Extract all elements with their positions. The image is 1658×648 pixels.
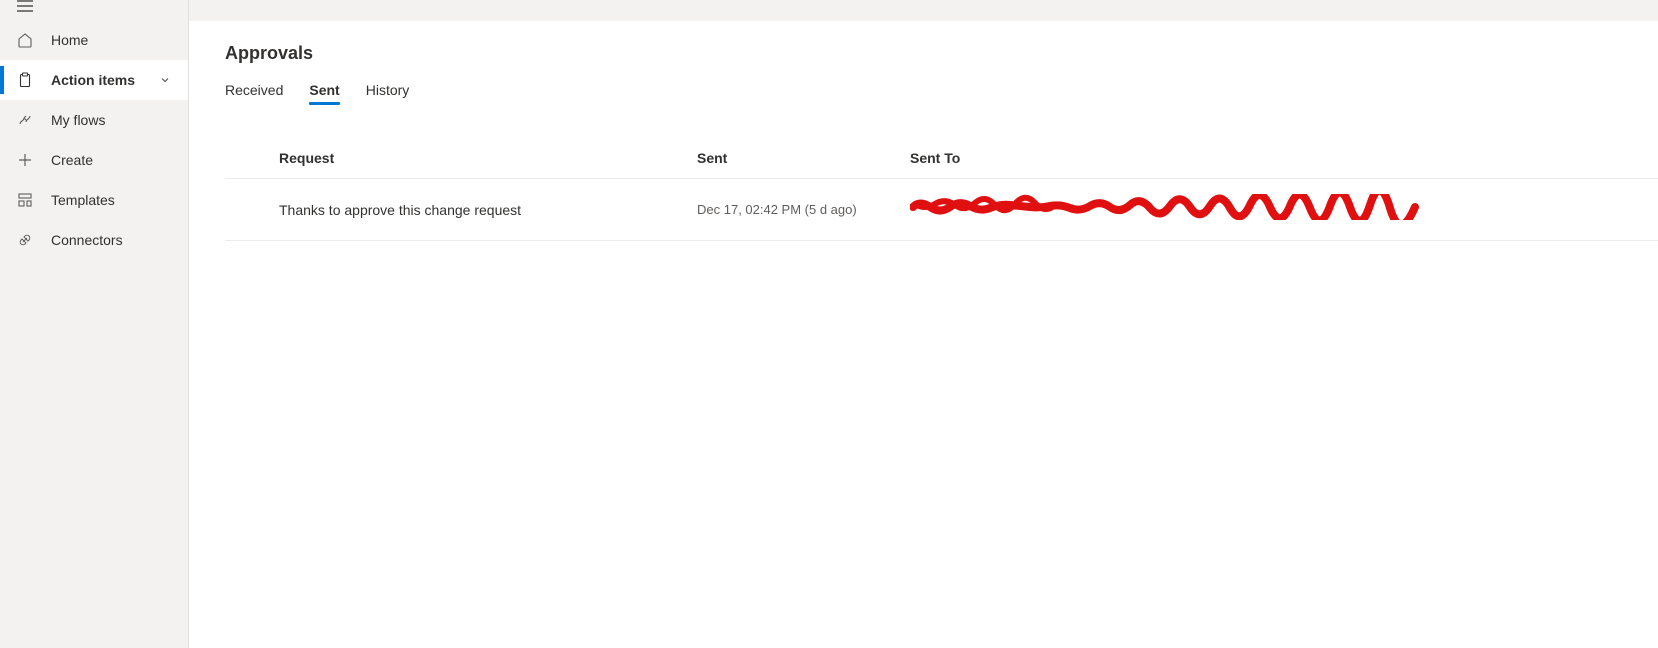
templates-icon — [15, 190, 35, 210]
sidebar: Home Action items My flows — [0, 0, 189, 648]
clipboard-icon — [15, 70, 35, 90]
sidebar-item-label: Connectors — [51, 232, 173, 248]
sidebar-item-home[interactable]: Home — [0, 20, 188, 60]
column-header-request[interactable]: Request — [225, 150, 697, 166]
sidebar-item-label: Action items — [51, 72, 159, 88]
chevron-down-icon — [159, 73, 173, 87]
content: Approvals Received Sent History Request … — [189, 21, 1658, 648]
tab-label: Received — [225, 82, 283, 98]
tab-label: Sent — [309, 82, 339, 98]
cell-request: Thanks to approve this change request — [225, 202, 697, 218]
sidebar-item-create[interactable]: Create — [0, 140, 188, 180]
sidebar-item-label: Templates — [51, 192, 173, 208]
flow-icon — [15, 110, 35, 130]
sidebar-item-templates[interactable]: Templates — [0, 180, 188, 220]
tabs: Received Sent History — [225, 82, 1658, 104]
tab-label: History — [366, 82, 410, 98]
tab-sent[interactable]: Sent — [309, 82, 339, 104]
sidebar-item-label: Create — [51, 152, 173, 168]
connector-icon — [15, 230, 35, 250]
sidebar-item-label: Home — [51, 32, 173, 48]
sidebar-item-my-flows[interactable]: My flows — [0, 100, 188, 140]
page-title: Approvals — [225, 43, 1658, 64]
tab-received[interactable]: Received — [225, 82, 283, 104]
tab-history[interactable]: History — [366, 82, 410, 104]
sidebar-item-action-items[interactable]: Action items — [0, 60, 188, 100]
table-row[interactable]: Thanks to approve this change request De… — [225, 179, 1658, 241]
table-header-row: Request Sent Sent To — [225, 150, 1658, 179]
hamburger-icon — [17, 0, 33, 12]
sidebar-item-connectors[interactable]: Connectors — [0, 220, 188, 260]
topbar — [189, 0, 1658, 21]
approvals-table: Request Sent Sent To Thanks to approve t… — [225, 150, 1658, 241]
home-icon — [15, 30, 35, 50]
cell-sent-to — [910, 200, 1658, 219]
redacted-text — [910, 200, 1410, 216]
hamburger-button[interactable] — [0, 0, 188, 20]
column-header-sent-to[interactable]: Sent To — [910, 150, 1658, 166]
sidebar-item-label: My flows — [51, 112, 173, 128]
main: Approvals Received Sent History Request … — [189, 0, 1658, 648]
plus-icon — [15, 150, 35, 170]
cell-sent: Dec 17, 02:42 PM (5 d ago) — [697, 202, 910, 217]
column-header-sent[interactable]: Sent — [697, 150, 910, 166]
